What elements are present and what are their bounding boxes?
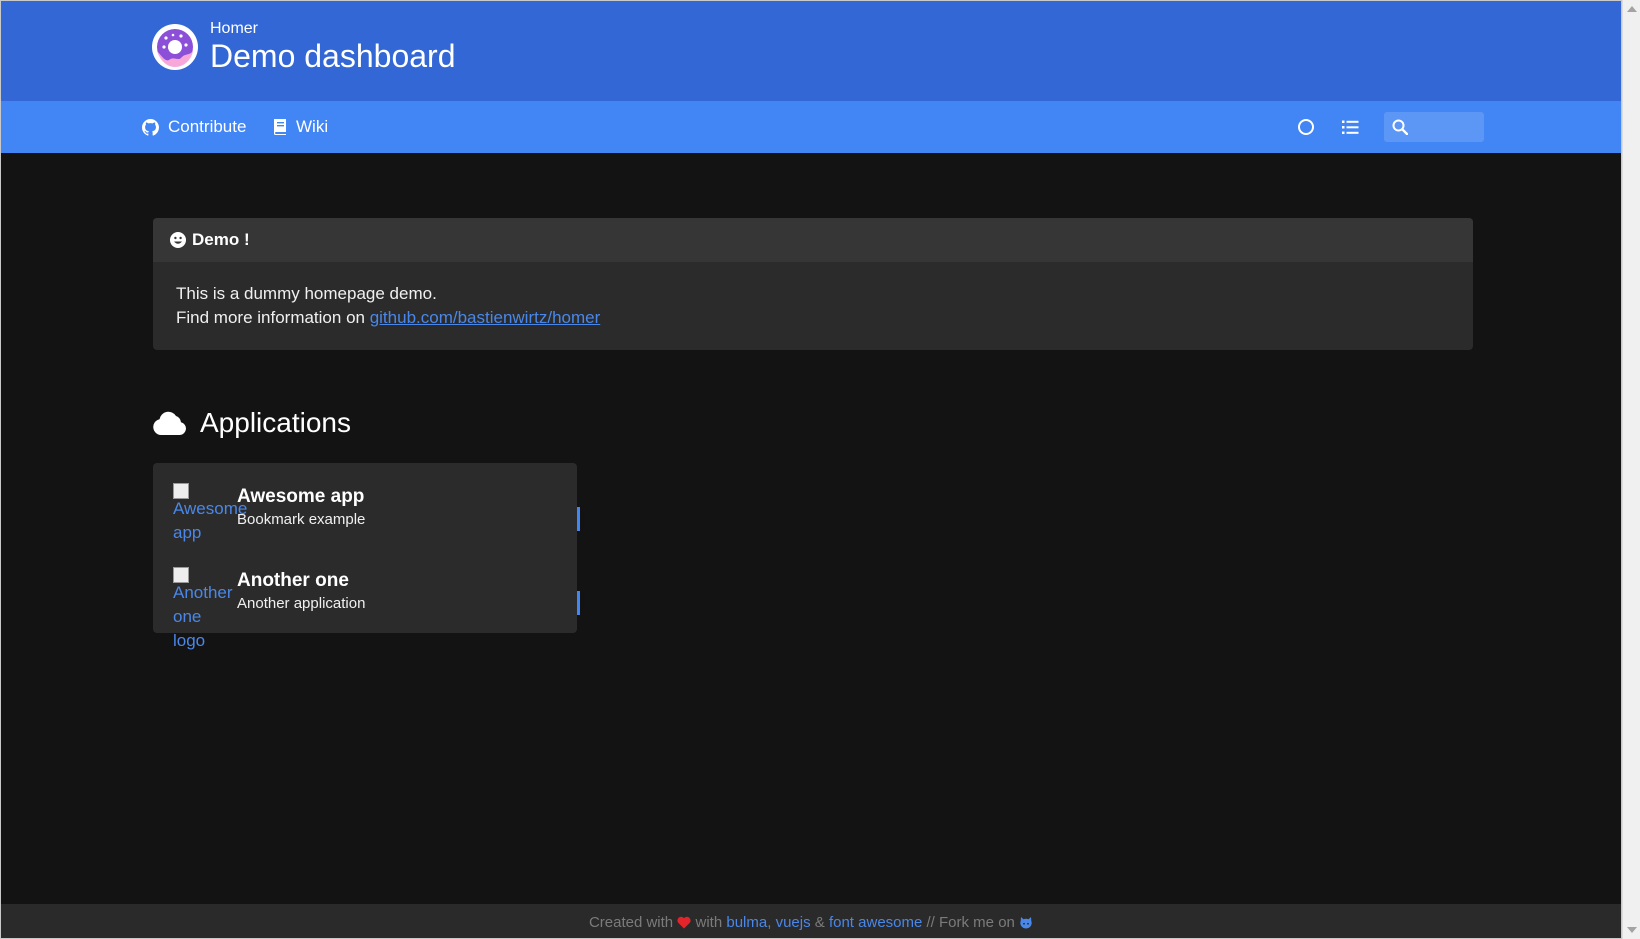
nav-link-label: Contribute bbox=[168, 117, 247, 136]
list-icon bbox=[1341, 120, 1358, 134]
heart-icon bbox=[677, 916, 691, 928]
message-line: Find more information on github.com/bast… bbox=[176, 306, 1450, 330]
book-icon bbox=[274, 119, 286, 135]
nav-link-wiki[interactable]: Wiki bbox=[273, 101, 328, 153]
homer-logo-icon bbox=[152, 24, 198, 70]
github-link[interactable]: github.com/bastienwirtz/homer bbox=[370, 308, 601, 327]
theme-toggle-button[interactable] bbox=[1294, 115, 1318, 139]
footer-text: with bbox=[695, 913, 723, 931]
scroll-down-icon[interactable] bbox=[1627, 927, 1637, 933]
app-title: Awesome app bbox=[237, 486, 365, 507]
app-subtitle: Bookmark example bbox=[237, 511, 366, 528]
nav-link-label: Wiki bbox=[296, 117, 329, 136]
footer-text: & bbox=[814, 913, 825, 931]
page-title: Demo dashboard bbox=[210, 38, 456, 74]
scrollbar-thumb[interactable] bbox=[1626, 18, 1637, 921]
app-title: Another one bbox=[237, 570, 349, 591]
app-accent-bar bbox=[577, 591, 580, 615]
footer-link-font-awesome[interactable]: font awesome bbox=[829, 914, 922, 931]
broken-image-icon bbox=[173, 567, 189, 583]
app-card-awesome-app[interactable]: Awesome app Awesome app Bookmark example bbox=[153, 463, 580, 547]
layout-toggle-button[interactable] bbox=[1338, 115, 1362, 139]
broken-image-icon bbox=[173, 483, 189, 499]
message-title: Demo ! bbox=[192, 230, 250, 249]
message-line-prefix: Find more information on bbox=[176, 308, 370, 327]
nav-link-contribute[interactable]: Contribute bbox=[142, 101, 246, 153]
smile-icon bbox=[170, 232, 186, 248]
footer-text: // Fork me on bbox=[926, 913, 1015, 931]
app-subtitle: Another application bbox=[237, 595, 366, 612]
footer-link-vuejs[interactable]: vuejs bbox=[776, 914, 811, 931]
app-logo: Awesome app bbox=[173, 483, 247, 545]
github-icon bbox=[142, 118, 159, 136]
navbar: Contribute Wiki bbox=[1, 101, 1621, 153]
footer-text: Created with bbox=[588, 913, 674, 931]
message-box: Demo ! This is a dummy homepage demo. Fi… bbox=[153, 218, 1473, 350]
app-card-another-one[interactable]: Another one logo Another one Another app… bbox=[153, 547, 580, 650]
applications-heading: Applications bbox=[153, 407, 351, 439]
app-accent-bar bbox=[577, 507, 580, 531]
browser-viewport: Homer Demo dashboard Contribute Wiki Dem… bbox=[0, 0, 1622, 939]
search-box[interactable] bbox=[1384, 112, 1484, 144]
message-header: Demo ! bbox=[153, 218, 1473, 262]
cloud-icon bbox=[153, 411, 186, 435]
page-header: Homer Demo dashboard bbox=[1, 1, 1621, 101]
scroll-up-icon[interactable] bbox=[1627, 6, 1637, 12]
footer-link-github[interactable] bbox=[1019, 914, 1033, 931]
app-logo: Another one logo bbox=[173, 567, 235, 653]
vertical-scrollbar[interactable] bbox=[1622, 0, 1640, 939]
circle-icon bbox=[1298, 119, 1314, 135]
message-line: This is a dummy homepage demo. bbox=[176, 284, 437, 303]
message-body: This is a dummy homepage demo. Find more… bbox=[153, 262, 1473, 350]
search-input[interactable] bbox=[1412, 112, 1484, 144]
page-footer: Created with with bulma , vuejs & font a… bbox=[1, 904, 1621, 938]
search-icon bbox=[1392, 119, 1408, 135]
github-alt-icon bbox=[1020, 917, 1032, 929]
applications-title: Applications bbox=[200, 407, 351, 438]
footer-link-bulma[interactable]: bulma bbox=[726, 914, 767, 931]
app-logo-alt-text: Another one logo bbox=[173, 583, 233, 650]
